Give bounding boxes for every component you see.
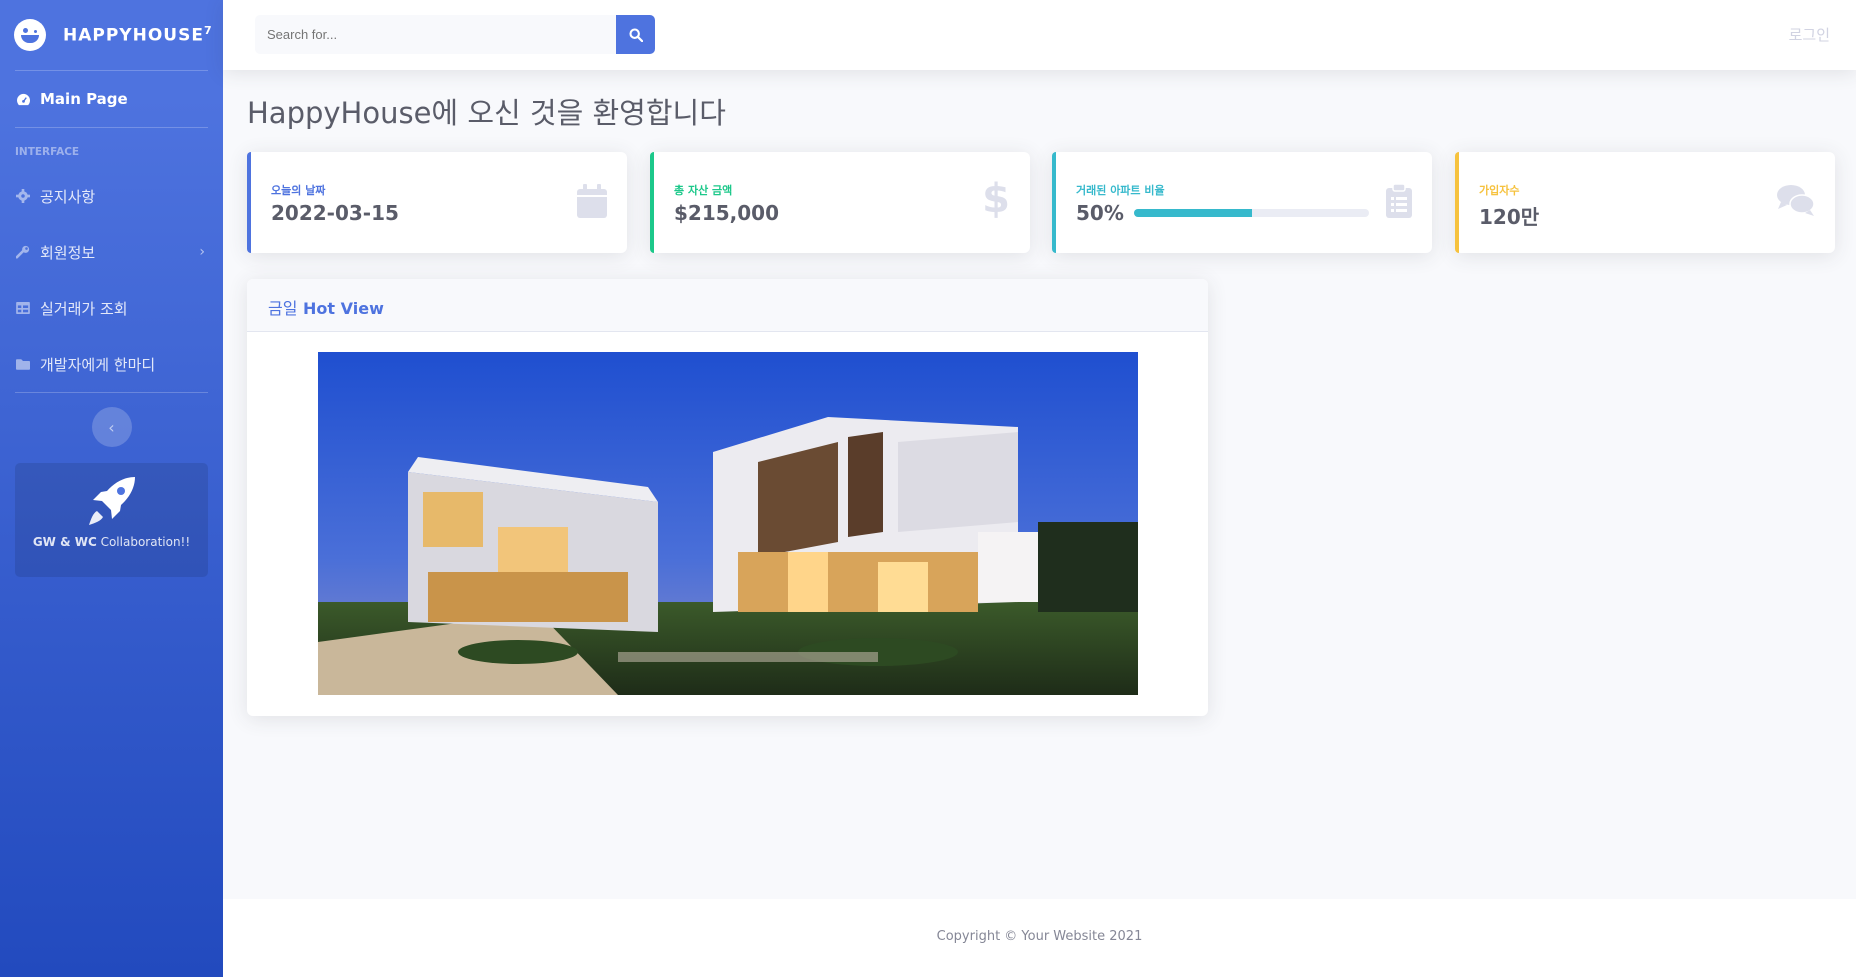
brand-text: HAPPYHOUSE7: [63, 24, 213, 46]
stat-card-assets: 총 자산 금액 $215,000 $: [650, 152, 1030, 253]
stat-value: $215,000: [674, 201, 780, 225]
stat-label: 가입자수: [1479, 184, 1520, 197]
progress-fill: [1134, 209, 1252, 217]
stat-card-members: 가입자수 120만: [1455, 152, 1835, 253]
sidebar-item-label: Main Page: [40, 90, 128, 108]
rocket-icon: [88, 477, 135, 525]
search-input[interactable]: [255, 15, 616, 54]
sidebar-promo-card: GW & WC Collaboration!!: [15, 463, 208, 577]
page-title: HappyHouse에 오신 것을 환영합니다: [247, 96, 726, 130]
dollar-icon: $: [982, 176, 1010, 222]
sidebar: HAPPYHOUSE7 Main Page INTERFACE 공지사항 회원정…: [0, 0, 223, 977]
stat-value: 120만: [1479, 205, 1540, 229]
progress-bar: [1134, 209, 1369, 217]
card-accent: [650, 152, 654, 253]
house-photo: [318, 352, 1138, 695]
stat-card-apartment-ratio: 거래된 아파트 비율 50%: [1052, 152, 1432, 253]
footer: Copyright © Your Website 2021: [223, 899, 1856, 977]
comments-icon: [1777, 184, 1815, 225]
chevron-left-icon: ‹: [108, 417, 115, 437]
topbar: 로그인: [223, 0, 1856, 70]
stat-label: 오늘의 날짜: [271, 184, 326, 197]
stat-label: 총 자산 금액: [674, 184, 733, 197]
sidebar-item-main-page[interactable]: Main Page: [0, 71, 223, 127]
gear-icon: [15, 188, 31, 204]
tachometer-icon: [15, 91, 31, 107]
hot-view-card: 금일 Hot View: [247, 279, 1208, 716]
clipboard-icon: [1386, 183, 1412, 227]
laugh-wink-icon: [14, 19, 46, 51]
card-accent: [247, 152, 251, 253]
stat-card-date: 오늘의 날짜 2022-03-15: [247, 152, 627, 253]
search-icon: [628, 27, 643, 42]
stat-value: 2022-03-15: [271, 201, 399, 225]
card-accent: [1052, 152, 1056, 253]
sidebar-item-label: 회원정보: [40, 243, 96, 262]
sidebar-item-notice[interactable]: 공지사항: [0, 168, 223, 224]
brand-link[interactable]: HAPPYHOUSE7: [0, 0, 223, 70]
stat-value: 50%: [1076, 201, 1124, 225]
calendar-icon: [577, 184, 607, 227]
login-link[interactable]: 로그인: [1789, 24, 1830, 45]
search-button[interactable]: [616, 15, 655, 54]
card-accent: [1455, 152, 1459, 253]
search-form: [255, 15, 655, 54]
chevron-right-icon: ›: [199, 244, 205, 260]
sidebar-item-label: 공지사항: [40, 187, 96, 206]
hot-view-header: 금일 Hot View: [247, 279, 1208, 332]
sidebar-item-developer-message[interactable]: 개발자에게 한마디: [0, 336, 223, 392]
folder-icon: [15, 356, 31, 372]
table-icon: [15, 300, 31, 316]
sidebar-divider: [15, 392, 208, 393]
sidebar-item-member-info[interactable]: 회원정보 ›: [0, 224, 223, 280]
sidebar-toggle-button[interactable]: ‹: [91, 407, 132, 447]
sidebar-item-label: 개발자에게 한마디: [40, 355, 156, 374]
sidebar-item-real-price[interactable]: 실거래가 조회: [0, 280, 223, 336]
wrench-icon: [15, 244, 31, 260]
sidebar-item-label: 실거래가 조회: [40, 299, 128, 318]
stat-label: 거래된 아파트 비율: [1076, 184, 1165, 197]
promo-text: GW & WC Collaboration!!: [32, 535, 191, 549]
sidebar-heading: INTERFACE: [15, 146, 80, 158]
copyright-text: Copyright © Your Website 2021: [936, 929, 1143, 944]
